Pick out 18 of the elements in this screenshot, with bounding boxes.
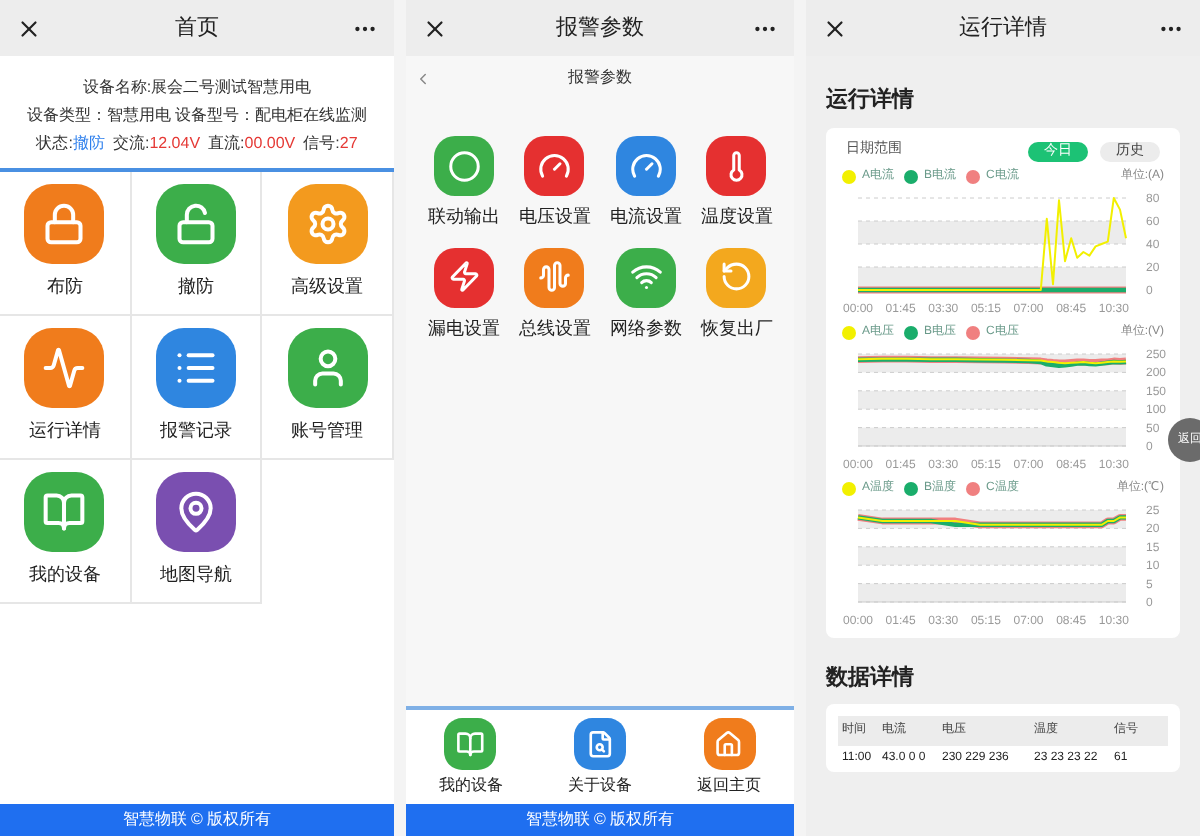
device-type: 设备类型：智慧用电 设备型号：配电柜在线监测 xyxy=(26,104,368,128)
device-name: 设备名称:展会二号测试智慧用电 xyxy=(82,76,312,100)
copyright-text: 智慧物联 © 版权所有 xyxy=(525,808,675,832)
status-value: 00.00V xyxy=(244,132,296,156)
section-heading: 运行详情 xyxy=(824,85,916,116)
page-title: 运行详情 xyxy=(959,13,1047,44)
status-label: 交流: xyxy=(112,132,150,156)
status-label: 信号: xyxy=(303,132,340,156)
status-label: 状态: xyxy=(36,132,73,156)
page-title: 首页 xyxy=(175,13,219,44)
page-title: 报警参数 xyxy=(556,13,644,44)
status-value: 12.04V xyxy=(149,132,201,156)
copyright-text: 智慧物联 © 版权所有 xyxy=(122,808,272,832)
section-heading: 数据详情 xyxy=(823,663,916,693)
section-title: 报警参数 xyxy=(568,66,632,90)
status-label: 直流: xyxy=(208,132,245,156)
status-value: 撤防 xyxy=(72,132,105,156)
status-value: 27 xyxy=(339,132,358,156)
